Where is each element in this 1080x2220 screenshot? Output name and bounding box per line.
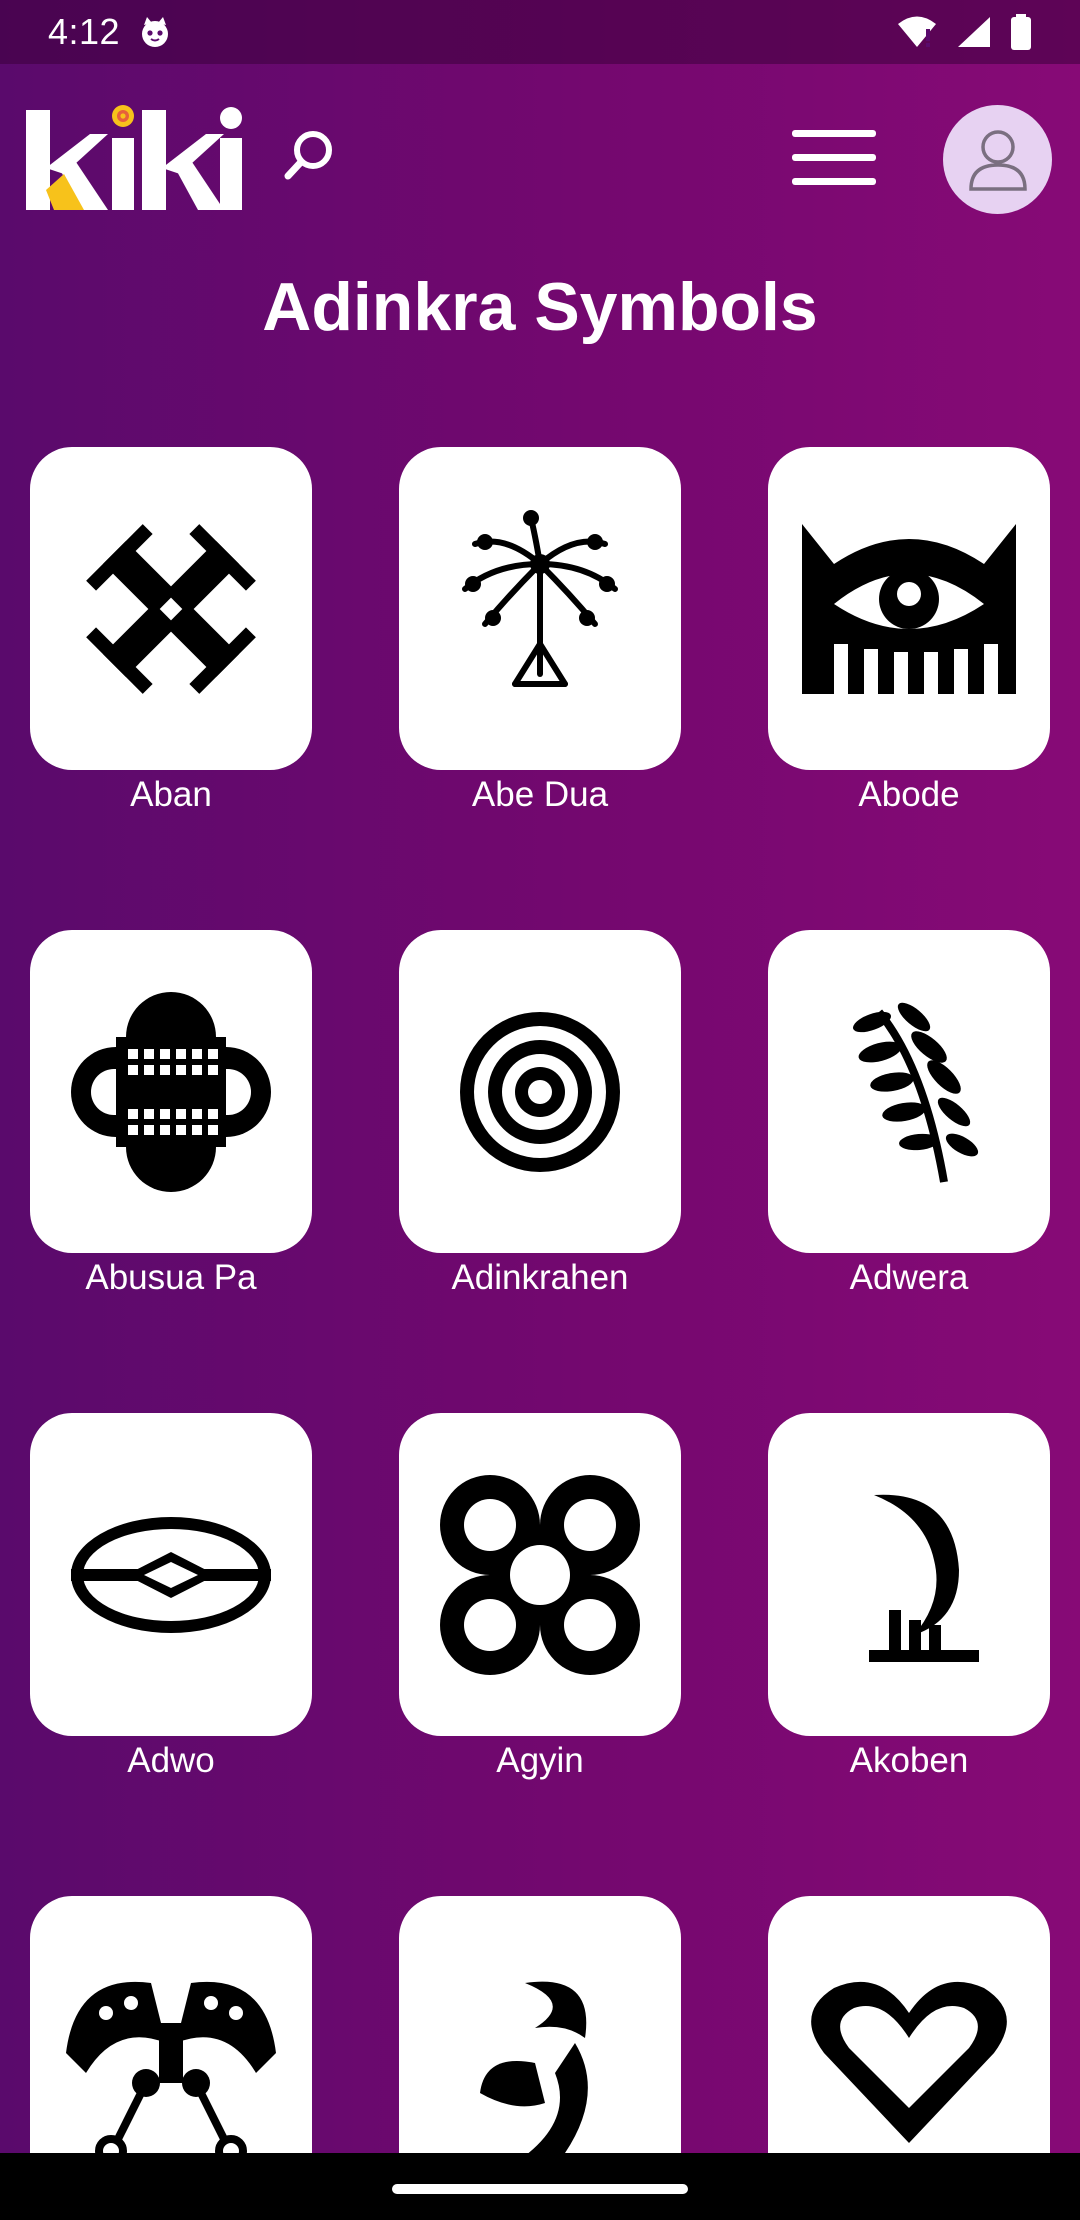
kiki-logo[interactable] xyxy=(24,104,244,216)
akofena-icon xyxy=(480,1981,588,2166)
profile-avatar-button[interactable] xyxy=(943,105,1052,214)
akoben-icon xyxy=(869,1494,979,1662)
symbol-card-adwo[interactable] xyxy=(30,1413,312,1736)
symbol-label: Adwo xyxy=(127,1741,215,1780)
symbol-label: Abode xyxy=(858,775,960,814)
wifi-icon xyxy=(898,16,936,47)
search-icon[interactable] xyxy=(280,126,340,186)
notification-cat-icon xyxy=(142,17,169,47)
status-icons xyxy=(896,14,1032,50)
akoko-nan-icon xyxy=(66,1981,276,2167)
symbol-card-abusua-pa[interactable] xyxy=(30,930,312,1253)
symbol-card-akoben[interactable] xyxy=(768,1413,1050,1736)
adwera-icon xyxy=(853,1002,979,1183)
agyin-icon xyxy=(440,1474,640,1675)
menu-line xyxy=(792,154,876,161)
symbol-card-aban[interactable] xyxy=(30,447,312,770)
status-bar: 4:12 xyxy=(0,0,1080,64)
adinkrahen-icon xyxy=(460,1011,620,1172)
menu-button[interactable] xyxy=(792,130,876,188)
abusua-pa-icon xyxy=(71,991,271,1192)
aban-icon xyxy=(86,523,256,694)
abe-dua-icon xyxy=(462,509,618,687)
menu-line xyxy=(792,178,876,185)
symbol-label: Abusua Pa xyxy=(85,1258,257,1297)
symbol-card-adinkrahen[interactable] xyxy=(399,930,681,1253)
symbol-label: Aban xyxy=(130,775,212,814)
symbol-card-abode[interactable] xyxy=(768,447,1050,770)
akoma-icon xyxy=(811,1981,1007,2143)
symbol-card-abe-dua[interactable] xyxy=(399,447,681,770)
symbol-label: Adinkrahen xyxy=(451,1258,629,1297)
page-title: Adinkra Symbols xyxy=(262,269,818,345)
menu-line xyxy=(792,130,876,137)
symbol-label: Adwera xyxy=(849,1258,969,1297)
battery-icon xyxy=(1011,14,1031,50)
symbol-label: Abe Dua xyxy=(471,775,609,814)
signal-icon xyxy=(958,17,990,47)
adwo-icon xyxy=(71,1516,271,1633)
home-gesture-handle[interactable] xyxy=(392,2184,688,2194)
abode-icon xyxy=(802,523,1016,694)
status-time: 4:12 xyxy=(48,11,121,52)
symbol-label: Akoben xyxy=(849,1741,969,1780)
user-icon xyxy=(968,129,1027,191)
symbol-card-adwera[interactable] xyxy=(768,930,1050,1253)
symbol-card-agyin[interactable] xyxy=(399,1413,681,1736)
symbol-label: Agyin xyxy=(496,1741,584,1780)
